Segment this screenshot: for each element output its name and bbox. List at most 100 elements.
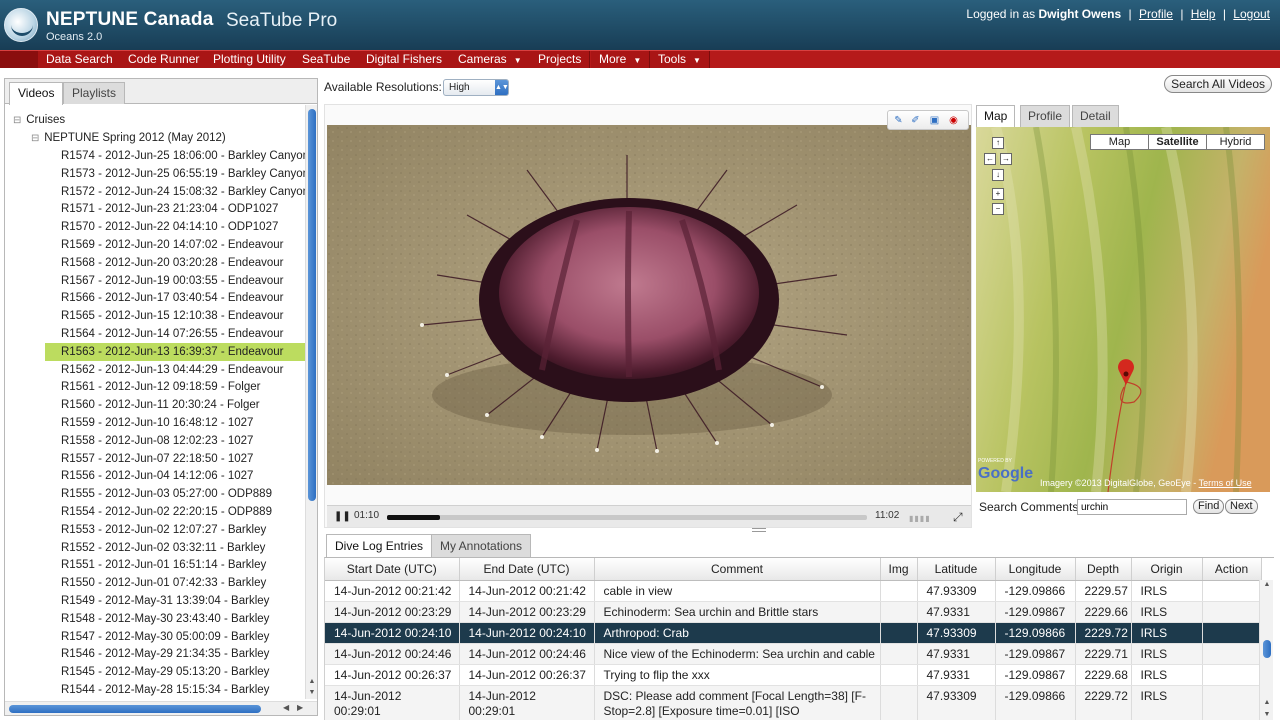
table-row[interactable]: 14-Jun-2012 00:21:42 14-Jun-2012 00:21:42…: [325, 580, 1262, 602]
tree-item-video[interactable]: R1547 - 2012-May-30 05:00:09 - Barkley: [45, 628, 307, 646]
tree-item-video[interactable]: R1552 - 2012-Jun-02 03:32:11 - Barkley: [45, 539, 307, 557]
menu-item-digital-fishers[interactable]: Digital Fishers: [358, 51, 452, 68]
search-all-videos-button[interactable]: Search All Videos: [1164, 75, 1272, 93]
menu-item-cameras[interactable]: Cameras ▼: [450, 51, 531, 68]
seek-bar[interactable]: [387, 515, 867, 520]
collapse-icon[interactable]: ⊟: [31, 130, 41, 148]
tree-item-video[interactable]: R1563 - 2012-Jun-13 16:39:37 - Endeavour: [45, 342, 307, 361]
tree-item-video[interactable]: R1559 - 2012-Jun-10 16:48:12 - 1027: [45, 414, 307, 432]
tree-item-video[interactable]: R1551 - 2012-Jun-01 16:51:14 - Barkley: [45, 556, 307, 574]
menu-item-projects[interactable]: Projects: [530, 51, 591, 68]
tree-item-video[interactable]: R1550 - 2012-Jun-01 07:42:33 - Barkley: [45, 574, 307, 592]
scroll-up-icon[interactable]: ▲: [1260, 699, 1274, 706]
scroll-right-icon[interactable]: ▶: [297, 703, 303, 712]
add-annotation-icon[interactable]: ✎: [892, 114, 905, 127]
pan-left-icon[interactable]: ←: [984, 153, 996, 165]
video-frame[interactable]: [327, 125, 971, 485]
map-type-map[interactable]: Map: [1090, 134, 1149, 150]
tab-dive-log-entries[interactable]: Dive Log Entries: [326, 534, 433, 558]
scrollbar-thumb[interactable]: [9, 705, 261, 713]
tab-playlists[interactable]: Playlists: [63, 82, 126, 104]
tree-item-video[interactable]: R1548 - 2012-May-30 23:43:40 - Barkley: [45, 610, 307, 628]
column-header[interactable]: Comment: [594, 558, 881, 581]
tree-horizontal-scrollbar[interactable]: ◀ ▶: [5, 701, 317, 715]
snapshot-icon[interactable]: ▣: [928, 114, 941, 127]
tab-detail[interactable]: Detail: [1072, 105, 1119, 127]
tree-item-video[interactable]: R1564 - 2012-Jun-14 07:26:55 - Endeavour: [45, 325, 307, 343]
scroll-up-icon[interactable]: ▲: [306, 678, 318, 685]
tree-item-video[interactable]: R1573 - 2012-Jun-25 06:55:19 - Barkley C…: [45, 165, 307, 183]
tree-item-video[interactable]: R1574 - 2012-Jun-25 18:06:00 - Barkley C…: [45, 147, 307, 165]
collapse-icon[interactable]: ⊟: [13, 112, 23, 130]
search-comments-input[interactable]: [1077, 499, 1187, 515]
pan-up-icon[interactable]: ↑: [992, 137, 1004, 149]
tree-item-video[interactable]: R1549 - 2012-May-31 13:39:04 - Barkley: [45, 592, 307, 610]
pan-right-icon[interactable]: →: [1000, 153, 1012, 165]
tree-item-video[interactable]: R1558 - 2012-Jun-08 12:02:23 - 1027: [45, 432, 307, 450]
tree-item-video[interactable]: R1553 - 2012-Jun-02 12:07:27 - Barkley: [45, 521, 307, 539]
record-icon[interactable]: ◉: [947, 114, 960, 127]
table-row[interactable]: 14-Jun-2012 00:24:46 14-Jun-2012 00:24:46…: [325, 643, 1262, 665]
scrollbar-thumb[interactable]: [1263, 640, 1271, 658]
tree-item-video[interactable]: R1565 - 2012-Jun-15 12:10:38 - Endeavour: [45, 307, 307, 325]
column-header[interactable]: Start Date (UTC): [325, 558, 460, 581]
tree-item-video[interactable]: R1571 - 2012-Jun-23 21:23:04 - ODP1027: [45, 200, 307, 218]
tab-my-annotations[interactable]: My Annotations: [431, 534, 532, 558]
table-row[interactable]: 14-Jun-2012 00:29:01 14-Jun-2012 00:29:01…: [325, 685, 1262, 720]
tree-item-video[interactable]: R1561 - 2012-Jun-12 09:18:59 - Folger: [45, 378, 307, 396]
menu-item-seatube[interactable]: SeaTube: [294, 51, 360, 68]
tree-node-cruise[interactable]: ⊟ NEPTUNE Spring 2012 (May 2012): [31, 129, 226, 147]
tree-item-video[interactable]: R1569 - 2012-Jun-20 14:07:02 - Endeavour: [45, 236, 307, 254]
map-view[interactable]: Map Satellite Hybrid ↑ ← → ↓ + − POWERED…: [976, 127, 1270, 492]
tab-profile[interactable]: Profile: [1020, 105, 1071, 127]
menu-item-data-search[interactable]: Data Search: [38, 51, 122, 68]
menu-item-more[interactable]: More ▼: [591, 51, 651, 68]
tree-item-video[interactable]: R1572 - 2012-Jun-24 15:08:32 - Barkley C…: [45, 183, 307, 201]
tree-item-video[interactable]: R1567 - 2012-Jun-19 00:03:55 - Endeavour: [45, 272, 307, 290]
next-button[interactable]: Next: [1225, 499, 1258, 514]
table-row[interactable]: 14-Jun-2012 00:23:29 14-Jun-2012 00:23:29…: [325, 601, 1262, 623]
map-type-hybrid[interactable]: Hybrid: [1206, 134, 1265, 150]
volume-icon[interactable]: ▮▮▮▮: [909, 514, 931, 523]
column-header[interactable]: Origin: [1131, 558, 1203, 581]
terms-of-use-link[interactable]: Terms of Use: [1199, 478, 1252, 488]
zoom-in-icon[interactable]: +: [992, 188, 1004, 200]
scroll-down-icon[interactable]: ▼: [1260, 711, 1274, 718]
menu-item-tools[interactable]: Tools ▼: [650, 51, 710, 68]
tree-item-video[interactable]: R1568 - 2012-Jun-20 03:20:28 - Endeavour: [45, 254, 307, 272]
pan-down-icon[interactable]: ↓: [992, 169, 1004, 181]
column-header[interactable]: Latitude: [917, 558, 996, 581]
find-button[interactable]: Find: [1193, 499, 1225, 514]
column-header[interactable]: Longitude: [995, 558, 1076, 581]
menu-item-plotting-utility[interactable]: Plotting Utility: [205, 51, 295, 68]
column-header[interactable]: Action: [1202, 558, 1262, 581]
menu-item-code-runner[interactable]: Code Runner: [120, 51, 209, 68]
tree-vertical-scrollbar[interactable]: ▲ ▼: [305, 105, 317, 699]
tree-item-video[interactable]: R1562 - 2012-Jun-13 04:44:29 - Endeavour: [45, 361, 307, 379]
tab-videos[interactable]: Videos: [9, 82, 64, 105]
tree-item-video[interactable]: R1546 - 2012-May-29 21:34:35 - Barkley: [45, 645, 307, 663]
column-header[interactable]: End Date (UTC): [459, 558, 595, 581]
fullscreen-icon[interactable]: ⤢: [953, 510, 963, 525]
table-scrollbar[interactable]: ▲ ▲ ▼: [1259, 580, 1273, 720]
table-row[interactable]: 14-Jun-2012 00:26:37 14-Jun-2012 00:26:37…: [325, 664, 1262, 686]
scroll-up-icon[interactable]: ▲: [1260, 581, 1274, 588]
zoom-out-icon[interactable]: −: [992, 203, 1004, 215]
column-header[interactable]: Depth: [1075, 558, 1132, 581]
tree-item-video[interactable]: R1555 - 2012-Jun-03 05:27:00 - ODP889: [45, 485, 307, 503]
scroll-down-icon[interactable]: ▼: [306, 689, 318, 696]
edit-annotation-icon[interactable]: ✐: [909, 114, 922, 127]
tree-node-cruises[interactable]: ⊟ Cruises: [13, 111, 65, 129]
resolution-select[interactable]: High ▲▼: [443, 79, 509, 96]
tree-item-video[interactable]: R1570 - 2012-Jun-22 04:14:10 - ODP1027: [45, 218, 307, 236]
profile-link[interactable]: Profile: [1139, 7, 1173, 21]
help-link[interactable]: Help: [1191, 7, 1216, 21]
tree-item-video[interactable]: R1557 - 2012-Jun-07 22:18:50 - 1027: [45, 450, 307, 468]
scrollbar-thumb[interactable]: [308, 109, 316, 501]
panel-splitter[interactable]: [752, 528, 766, 532]
tab-map[interactable]: Map: [976, 105, 1016, 127]
tree-item-video[interactable]: R1554 - 2012-Jun-02 22:20:15 - ODP889: [45, 503, 307, 521]
tree-item-video[interactable]: R1560 - 2012-Jun-11 20:30:24 - Folger: [45, 396, 307, 414]
table-row[interactable]: 14-Jun-2012 00:24:10 14-Jun-2012 00:24:10…: [325, 622, 1262, 644]
tree-item-video[interactable]: R1566 - 2012-Jun-17 03:40:54 - Endeavour: [45, 289, 307, 307]
